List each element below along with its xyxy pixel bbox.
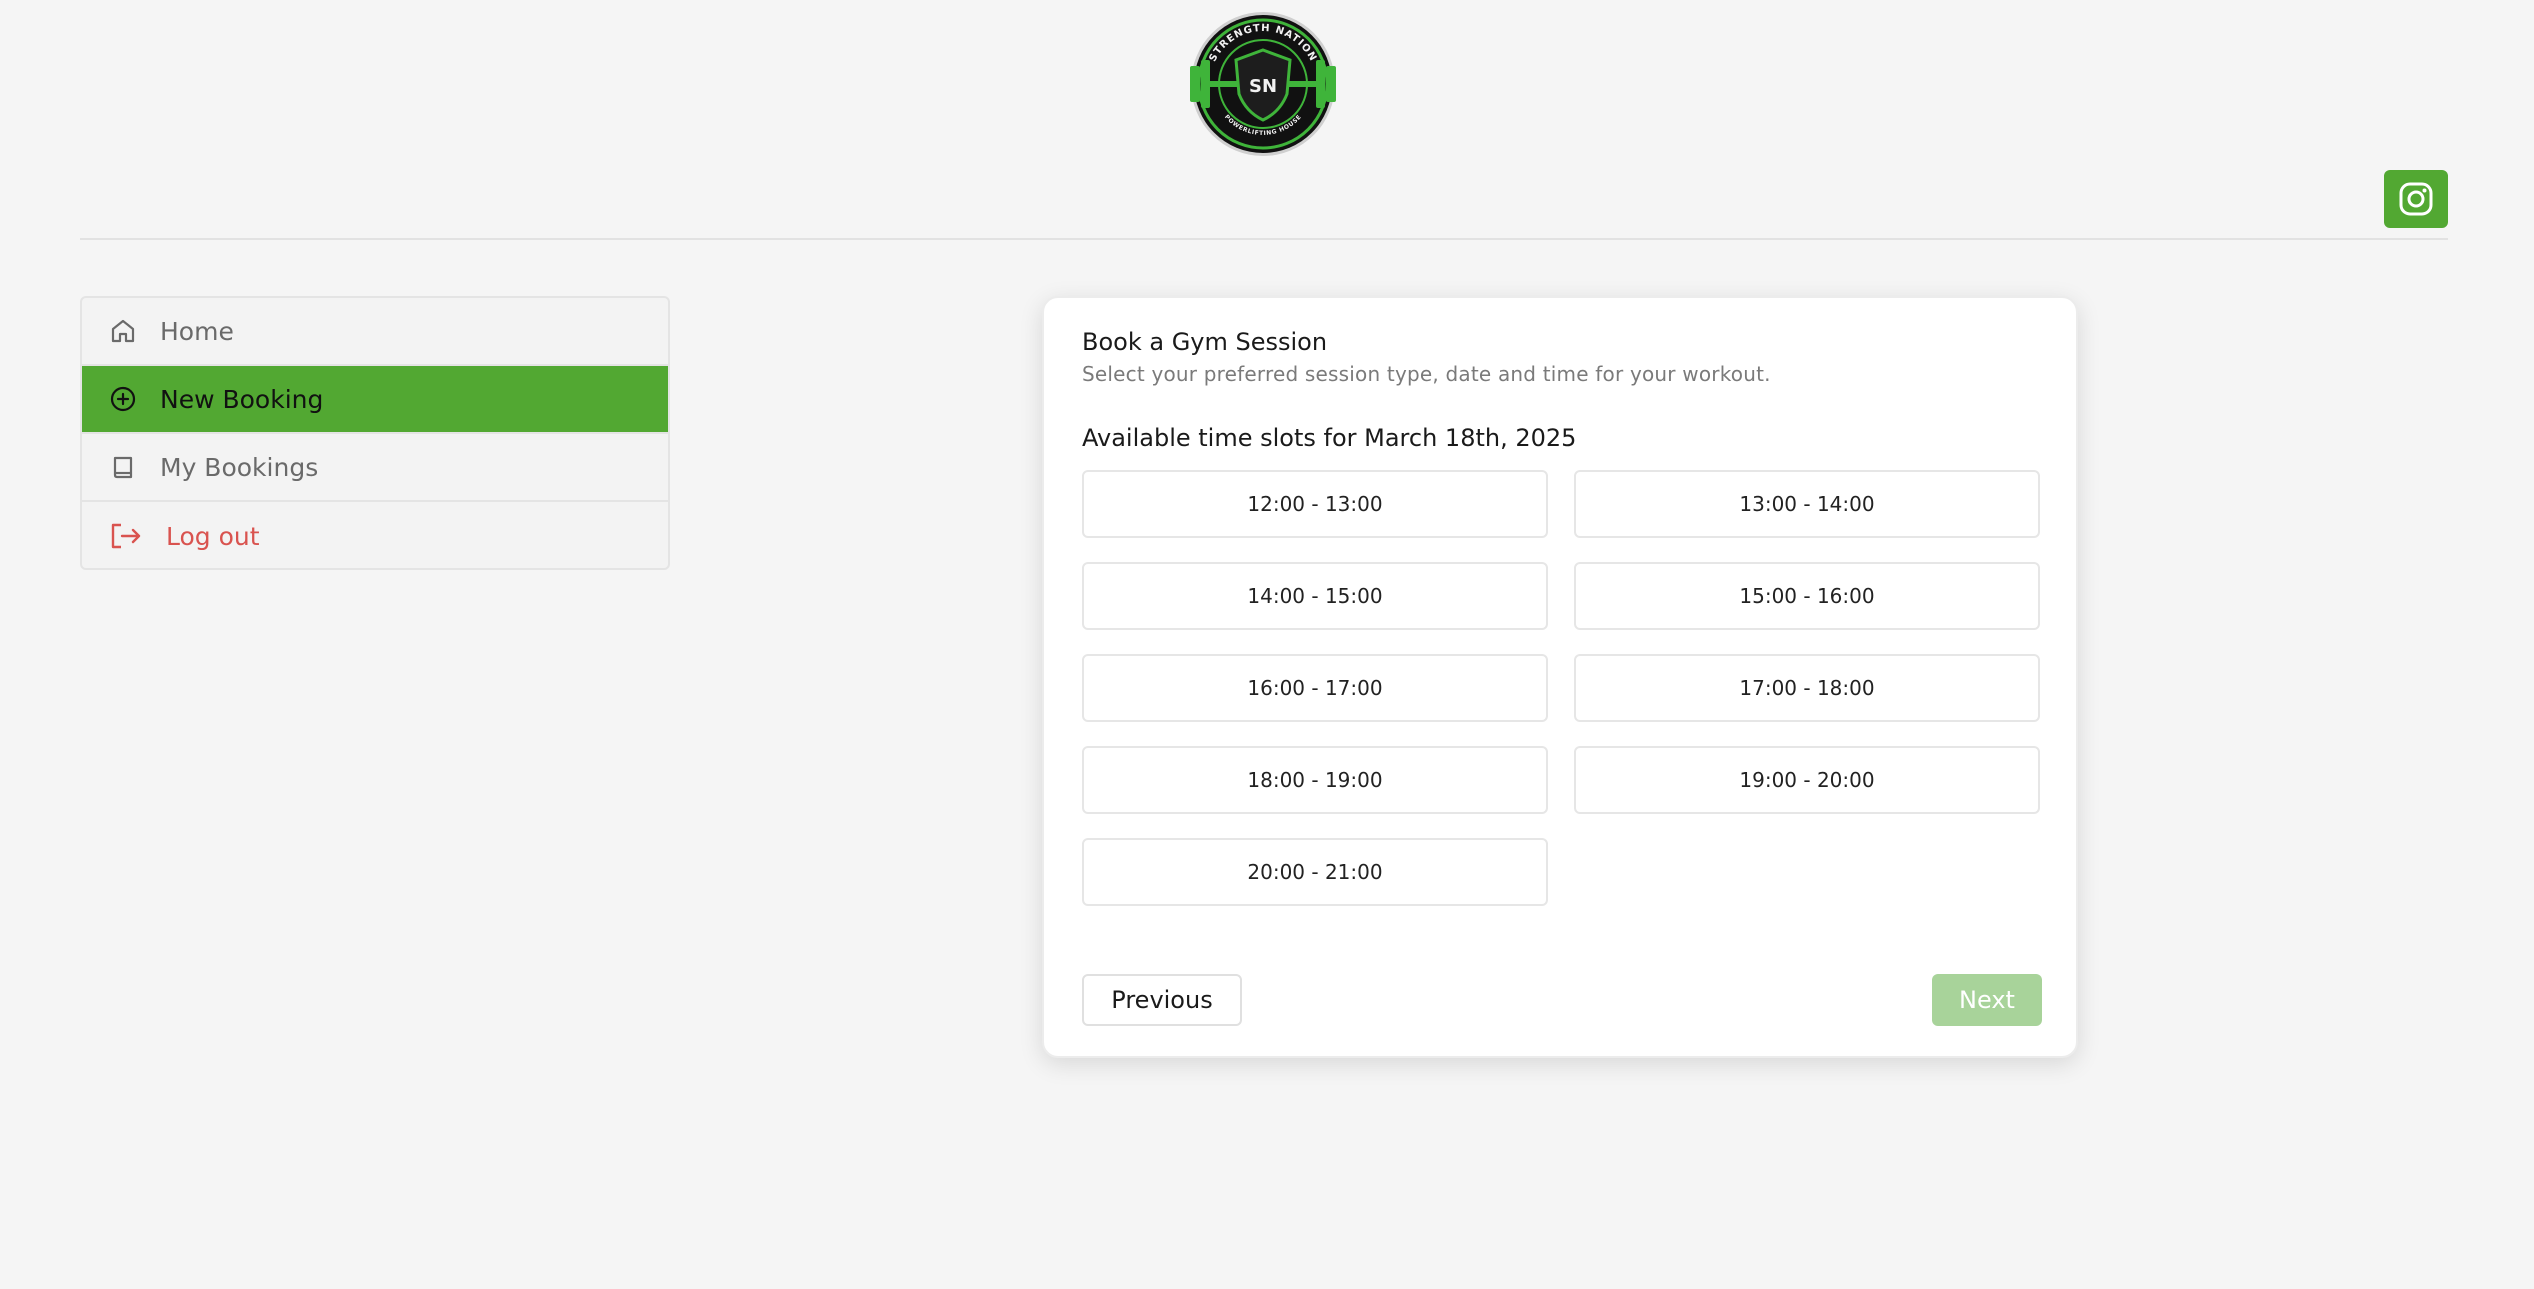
booking-subtitle: Select your preferred session type, date… [1082, 362, 1771, 386]
time-slot-button[interactable]: 14:00 - 15:00 [1082, 562, 1548, 630]
time-slot-button[interactable]: 16:00 - 17:00 [1082, 654, 1548, 722]
instagram-icon [2399, 182, 2433, 216]
time-slot-button[interactable]: 15:00 - 16:00 [1574, 562, 2040, 630]
sidebar-item-my-bookings[interactable]: My Bookings [82, 434, 668, 502]
booking-card: Book a Gym Session Select your preferred… [1042, 296, 2078, 1058]
time-slot-button[interactable]: 19:00 - 20:00 [1574, 746, 2040, 814]
home-icon [108, 316, 138, 346]
sidebar-nav: Home New Booking My Bookings Log out [80, 296, 670, 570]
book-icon [108, 452, 138, 482]
time-slot-button[interactable]: 17:00 - 18:00 [1574, 654, 2040, 722]
sidebar-item-logout[interactable]: Log out [82, 502, 668, 568]
instagram-button[interactable] [2384, 170, 2448, 228]
header: SN STRENGTH NATION POWERLIFTING HOUSE [0, 0, 2534, 240]
time-slots-heading: Available time slots for March 18th, 202… [1082, 424, 1577, 452]
booking-title: Book a Gym Session [1082, 328, 1328, 356]
plus-circle-icon [108, 384, 138, 414]
next-button[interactable]: Next [1932, 974, 2042, 1026]
sidebar-item-label: Log out [166, 521, 260, 551]
sidebar-item-home[interactable]: Home [82, 298, 668, 366]
time-slot-button[interactable]: 13:00 - 14:00 [1574, 470, 2040, 538]
sidebar-item-label: New Booking [160, 384, 324, 414]
time-slot-button[interactable]: 20:00 - 21:00 [1082, 838, 1548, 906]
header-divider [80, 238, 2448, 240]
sidebar-item-new-booking[interactable]: New Booking [82, 366, 668, 434]
time-slot-button[interactable]: 12:00 - 13:00 [1082, 470, 1548, 538]
sidebar-item-label: Home [160, 316, 234, 346]
time-slots-grid: 12:00 - 13:00 13:00 - 14:00 14:00 - 15:0… [1082, 470, 2042, 906]
gym-logo[interactable]: SN STRENGTH NATION POWERLIFTING HOUSE [1180, 10, 1346, 158]
time-slot-button[interactable]: 18:00 - 19:00 [1082, 746, 1548, 814]
logout-icon [108, 521, 144, 551]
logo-monogram: SN [1249, 76, 1277, 97]
page: SN STRENGTH NATION POWERLIFTING HOUSE Ho… [0, 0, 2534, 1289]
previous-button[interactable]: Previous [1082, 974, 1242, 1026]
sidebar-item-label: My Bookings [160, 452, 319, 482]
